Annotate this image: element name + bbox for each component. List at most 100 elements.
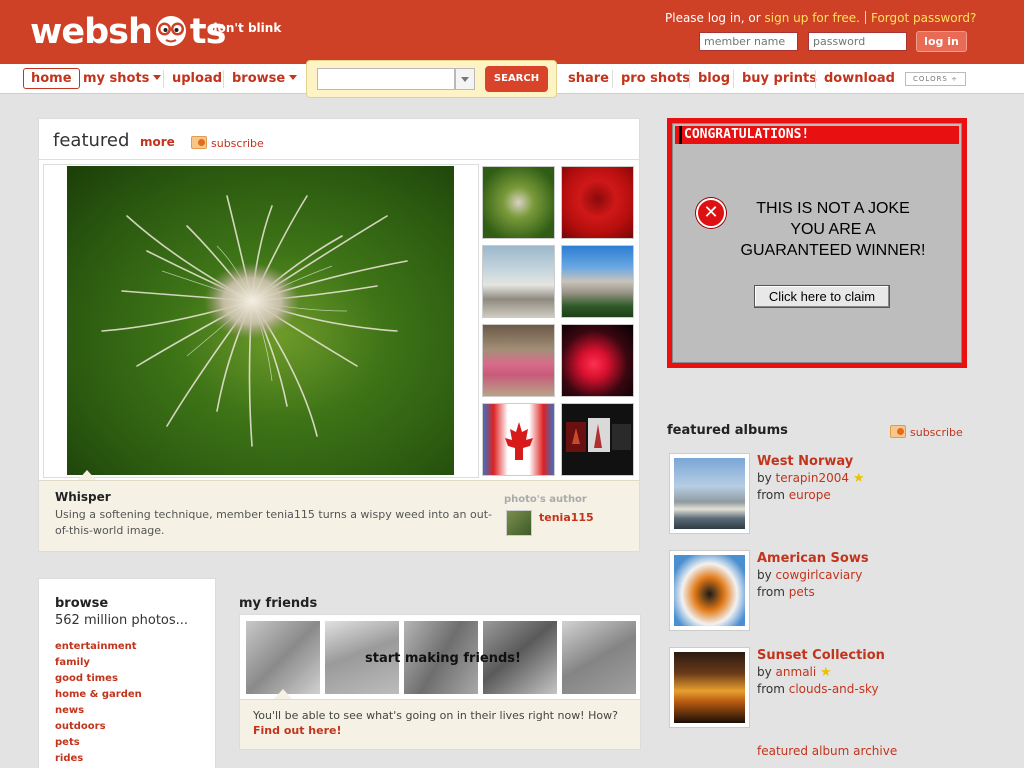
album-name-link[interactable]: Sunset Collection — [757, 648, 885, 663]
friends-caption-text: You'll be able to see what's going on in… — [253, 709, 618, 737]
advertisement[interactable]: CONGRATULATIONS! ✕ THIS IS NOT A JOKE YO… — [667, 118, 967, 368]
forgot-password-link[interactable]: Forgot password? — [871, 11, 976, 25]
thumb-mount-rushmore[interactable] — [561, 245, 634, 318]
featured-main-photo[interactable] — [67, 166, 454, 475]
photo-description: Using a softening technique, member teni… — [55, 508, 492, 537]
divider — [163, 70, 164, 88]
author-avatar[interactable] — [506, 510, 532, 536]
album-owner: by terapin2004 ★ — [757, 471, 865, 486]
category-link[interactable]: family — [55, 657, 90, 668]
friends-caption: You'll be able to see what's going on in… — [240, 699, 640, 749]
login-button[interactable]: log in — [916, 31, 967, 52]
search-button[interactable]: SEARCH — [485, 66, 548, 92]
thumb-child[interactable] — [482, 324, 555, 397]
friend-photo — [562, 621, 636, 694]
category-link[interactable]: rides — [55, 753, 83, 764]
maple-leaf-icon — [505, 422, 533, 460]
logo-eyes-icon — [155, 16, 186, 46]
featured-title: featured — [53, 130, 130, 151]
nav-upload[interactable]: upload — [172, 71, 222, 86]
ad-title-bar: CONGRATULATIONS! — [675, 126, 959, 144]
album-owner-link[interactable]: cowgirlcaviary — [776, 568, 863, 582]
separator — [864, 11, 866, 24]
star-icon: ★ — [820, 665, 832, 680]
featured-album-archive-link[interactable]: featured album archive — [757, 744, 897, 758]
album-item: West Norway by terapin2004 ★ from europe — [669, 453, 969, 538]
author-label: photo's author — [504, 494, 587, 505]
divider — [733, 70, 734, 88]
author-link[interactable]: tenia115 — [539, 511, 594, 524]
divider — [815, 70, 816, 88]
nav-my-shots[interactable]: my shots — [83, 71, 162, 86]
album-category-link[interactable]: clouds-and-sky — [789, 682, 879, 696]
tagline: don't blink — [209, 21, 282, 35]
albums-subscribe-link[interactable]: subscribe — [890, 425, 963, 439]
top-bar: websh ts don't blink Please log in, or si… — [0, 0, 1024, 64]
album-owner-link[interactable]: anmali — [776, 665, 817, 679]
search-input[interactable] — [317, 68, 455, 90]
signup-link[interactable]: sign up for free. — [765, 11, 860, 25]
thumb-hands-collage[interactable] — [561, 403, 634, 476]
rss-icon — [890, 425, 906, 438]
album-category-link[interactable]: pets — [789, 585, 815, 599]
album-category-link[interactable]: europe — [789, 488, 831, 502]
thumb-dandelion[interactable] — [482, 166, 555, 239]
nav-share[interactable]: share — [568, 71, 609, 86]
album-name-link[interactable]: American Sows — [757, 551, 869, 566]
ad-claim-button[interactable]: Click here to claim — [754, 285, 890, 308]
featured-subscribe-link[interactable]: subscribe — [191, 136, 264, 150]
album-owner: by anmali ★ — [757, 665, 832, 680]
divider — [39, 159, 639, 160]
chevron-down-icon — [153, 75, 162, 80]
album-thumbnail[interactable] — [669, 550, 750, 631]
category-link[interactable]: home & garden — [55, 689, 142, 700]
ad-bar-block — [679, 126, 682, 144]
album-category: from clouds-and-sky — [757, 682, 879, 696]
divider — [612, 70, 613, 88]
rss-icon — [191, 136, 207, 149]
nav-browse[interactable]: browse — [232, 71, 298, 86]
thumb-red-rose[interactable] — [561, 166, 634, 239]
find-out-link[interactable]: Find out here! — [253, 724, 342, 737]
category-link[interactable]: good times — [55, 673, 118, 684]
album-name-link[interactable]: West Norway — [757, 454, 853, 469]
category-link[interactable]: entertainment — [55, 641, 137, 652]
search-box: SEARCH — [306, 60, 557, 98]
ad-message: THIS IS NOT A JOKE YOU ARE A GUARANTEED … — [740, 200, 926, 259]
browse-panel: browse 562 million photos... entertainme… — [38, 578, 216, 768]
album-thumbnail[interactable] — [669, 647, 750, 728]
colors-selector[interactable]: COLORS ÷ — [905, 72, 966, 86]
featured-more-link[interactable]: more — [140, 135, 175, 149]
browse-photo-count: 562 million photos... — [55, 613, 189, 628]
photo-title: Whisper — [55, 490, 111, 504]
category-link[interactable]: pets — [55, 737, 80, 748]
featured-caption: Whisper Using a softening technique, mem… — [39, 480, 639, 551]
nav-pro-shots[interactable]: pro shots — [621, 71, 690, 86]
featured-albums-title: featured albums — [667, 423, 788, 438]
chevron-down-icon — [289, 75, 298, 80]
nav-download[interactable]: download — [824, 71, 895, 86]
thumb-seashore[interactable] — [482, 245, 555, 318]
webshots-logo[interactable]: websh ts — [30, 12, 226, 52]
ad-dialog: CONGRATULATIONS! ✕ THIS IS NOT A JOKE YO… — [672, 123, 962, 363]
category-link[interactable]: outdoors — [55, 721, 106, 732]
browse-title: browse — [55, 596, 109, 611]
album-owner: by cowgirlcaviary — [757, 568, 863, 582]
my-friends-title: my friends — [239, 596, 318, 611]
nav-blog[interactable]: blog — [698, 71, 730, 86]
friend-photo — [246, 621, 320, 694]
dandelion-image — [101, 195, 408, 447]
member-name-input[interactable] — [699, 32, 798, 51]
friends-empty-message: start making friends! — [365, 651, 521, 666]
search-scope-dropdown[interactable] — [455, 68, 475, 90]
thumb-canada-flag[interactable] — [482, 403, 555, 476]
nav-buy-prints[interactable]: buy prints — [742, 71, 817, 86]
album-owner-link[interactable]: terapin2004 — [776, 471, 849, 485]
divider — [223, 70, 224, 88]
category-link[interactable]: news — [55, 705, 84, 716]
nav-home[interactable]: home — [23, 68, 80, 89]
thumb-flamingo[interactable] — [561, 324, 634, 397]
my-friends-panel: start making friends! You'll be able to … — [239, 614, 641, 750]
password-input[interactable] — [808, 32, 907, 51]
album-thumbnail[interactable] — [669, 453, 750, 534]
